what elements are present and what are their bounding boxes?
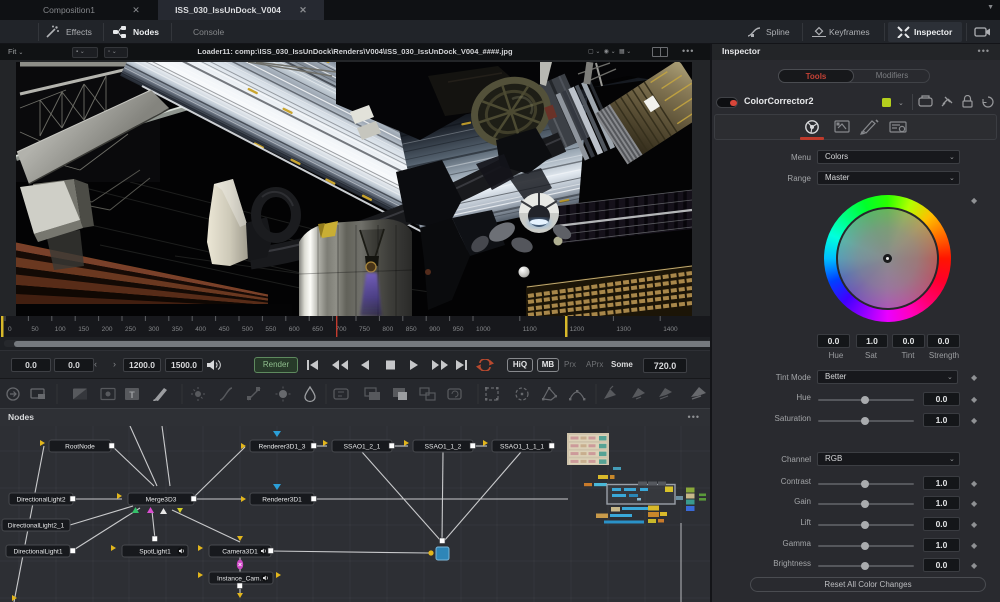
svg-text:750: 750 <box>359 326 370 333</box>
svg-text:900: 900 <box>429 326 440 333</box>
svg-text:DirectionalLight2_1: DirectionalLight2_1 <box>8 523 65 530</box>
svg-text:800: 800 <box>382 326 393 333</box>
svg-text:950: 950 <box>453 326 464 333</box>
svg-text:Instance_Cam...: Instance_Cam... <box>217 576 265 583</box>
svg-text:SpotLight1: SpotLight1 <box>139 549 171 556</box>
svg-text:DirectionalLight1: DirectionalLight1 <box>13 549 62 556</box>
svg-text:200: 200 <box>102 326 113 333</box>
svg-text:600: 600 <box>289 326 300 333</box>
svg-text:Renderer3D1_3: Renderer3D1_3 <box>259 444 306 451</box>
svg-text:350: 350 <box>172 326 183 333</box>
svg-text:Merge3D3: Merge3D3 <box>146 497 177 504</box>
svg-text:450: 450 <box>219 326 230 333</box>
svg-text:SSAO1_1_1_1: SSAO1_1_1_1 <box>500 444 544 451</box>
svg-text:500: 500 <box>242 326 253 333</box>
svg-text:400: 400 <box>195 326 206 333</box>
svg-text:1100: 1100 <box>523 326 537 333</box>
svg-text:1400: 1400 <box>663 326 678 333</box>
svg-text:T: T <box>129 390 135 400</box>
svg-text:SSAO1_1_2: SSAO1_1_2 <box>425 444 462 451</box>
svg-text:100: 100 <box>55 326 66 333</box>
svg-text:Camera3D1: Camera3D1 <box>222 549 258 556</box>
svg-text:850: 850 <box>406 326 417 333</box>
svg-text:1300: 1300 <box>616 326 631 333</box>
svg-text:0: 0 <box>8 326 12 333</box>
svg-text:1200: 1200 <box>570 326 585 333</box>
svg-text:650: 650 <box>312 326 323 333</box>
svg-text:550: 550 <box>265 326 276 333</box>
svg-text:150: 150 <box>78 326 89 333</box>
svg-text:250: 250 <box>125 326 136 333</box>
svg-text:50: 50 <box>31 326 39 333</box>
svg-text:SSAO1_2_1: SSAO1_2_1 <box>344 444 381 451</box>
svg-text:1000: 1000 <box>476 326 491 333</box>
svg-text:RootNode: RootNode <box>65 444 95 451</box>
svg-text:DirectionalLight2: DirectionalLight2 <box>16 497 65 504</box>
svg-text:300: 300 <box>148 326 159 333</box>
svg-text:Renderer3D1: Renderer3D1 <box>262 497 302 504</box>
